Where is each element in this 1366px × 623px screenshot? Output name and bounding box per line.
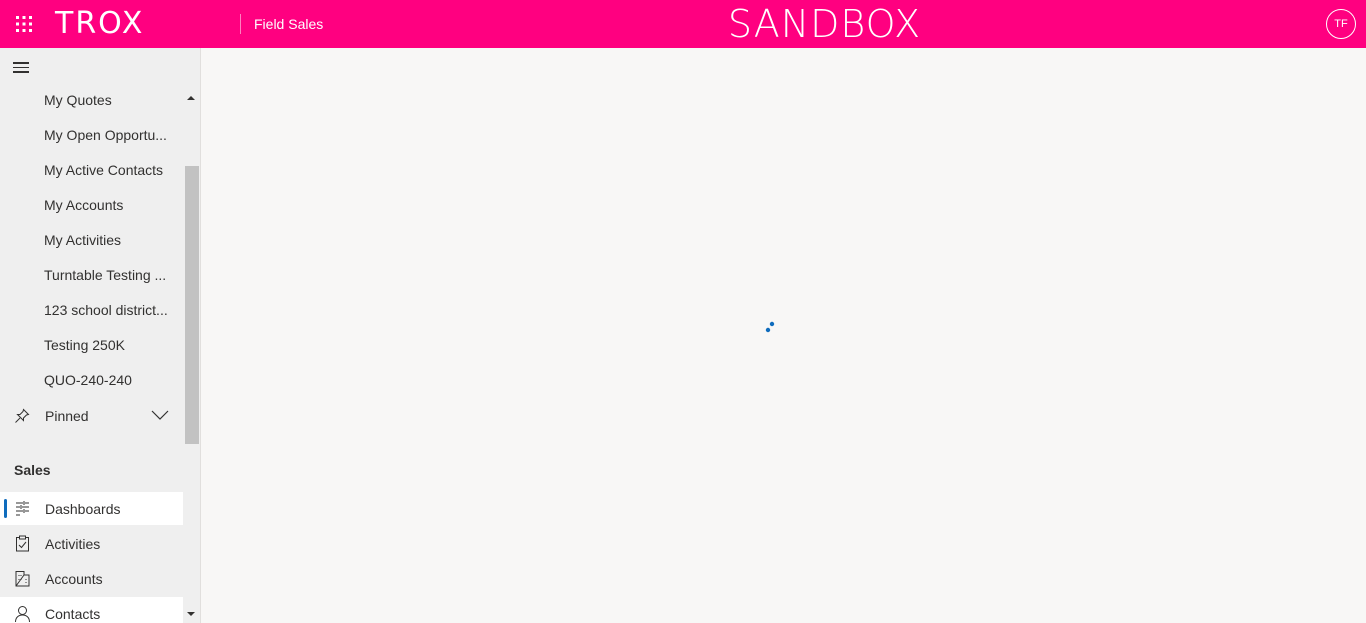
sidebar-item-activities[interactable]: Activities [0, 527, 183, 560]
sidebar-item-accounts[interactable]: Accounts [0, 562, 183, 595]
building-icon [15, 571, 30, 587]
sidebar-item-label: Dashboards [45, 501, 121, 517]
scroll-up-arrow-icon[interactable] [187, 96, 195, 100]
dashboard-icon [16, 501, 29, 516]
recent-item[interactable]: My Quotes [44, 90, 174, 110]
main-content-area [201, 48, 1366, 623]
recent-item[interactable]: My Accounts [44, 195, 174, 215]
header-divider [240, 14, 241, 34]
selected-indicator [4, 499, 7, 518]
pin-icon [15, 408, 30, 423]
hamburger-menu-icon[interactable] [13, 62, 31, 76]
person-icon [15, 606, 30, 622]
recent-item[interactable]: My Open Opportu... [44, 125, 174, 145]
recent-item[interactable]: Testing 250K [44, 335, 174, 355]
group-title-sales: Sales [14, 462, 51, 478]
sidebar-item-contacts[interactable]: Contacts [0, 597, 183, 623]
sidebar-item-label: Accounts [45, 571, 103, 587]
sidebar-item-label: Activities [45, 536, 101, 552]
recent-item[interactable]: My Active Contacts [44, 160, 174, 180]
top-bar: TROX Field Sales SANDBOX TF [0, 0, 1366, 48]
loading-spinner-icon [765, 321, 775, 333]
recent-item[interactable]: My Activities [44, 230, 174, 250]
scroll-down-arrow-icon[interactable] [187, 612, 195, 616]
brand-logo: TROX [55, 6, 145, 41]
recent-item[interactable]: 123 school district... [44, 300, 174, 320]
sitemap-sidebar: My Quotes My Open Opportu... My Active C… [0, 48, 201, 623]
app-launcher-icon[interactable] [14, 14, 34, 34]
chevron-down-icon [151, 410, 169, 420]
user-avatar[interactable]: TF [1326, 9, 1356, 39]
recent-item[interactable]: QUO-240-240 [44, 370, 174, 390]
recent-item[interactable]: Turntable Testing ... [44, 265, 174, 285]
clipboard-icon [16, 535, 29, 552]
sidebar-item-label: Contacts [45, 606, 101, 622]
pinned-label: Pinned [45, 408, 89, 424]
pinned-toggle[interactable]: Pinned [0, 400, 183, 432]
sidebar-item-dashboards[interactable]: Dashboards [0, 492, 183, 525]
environment-banner: SANDBOX [727, 2, 922, 46]
scrollbar-thumb[interactable] [185, 166, 199, 444]
app-name[interactable]: Field Sales [254, 16, 323, 33]
